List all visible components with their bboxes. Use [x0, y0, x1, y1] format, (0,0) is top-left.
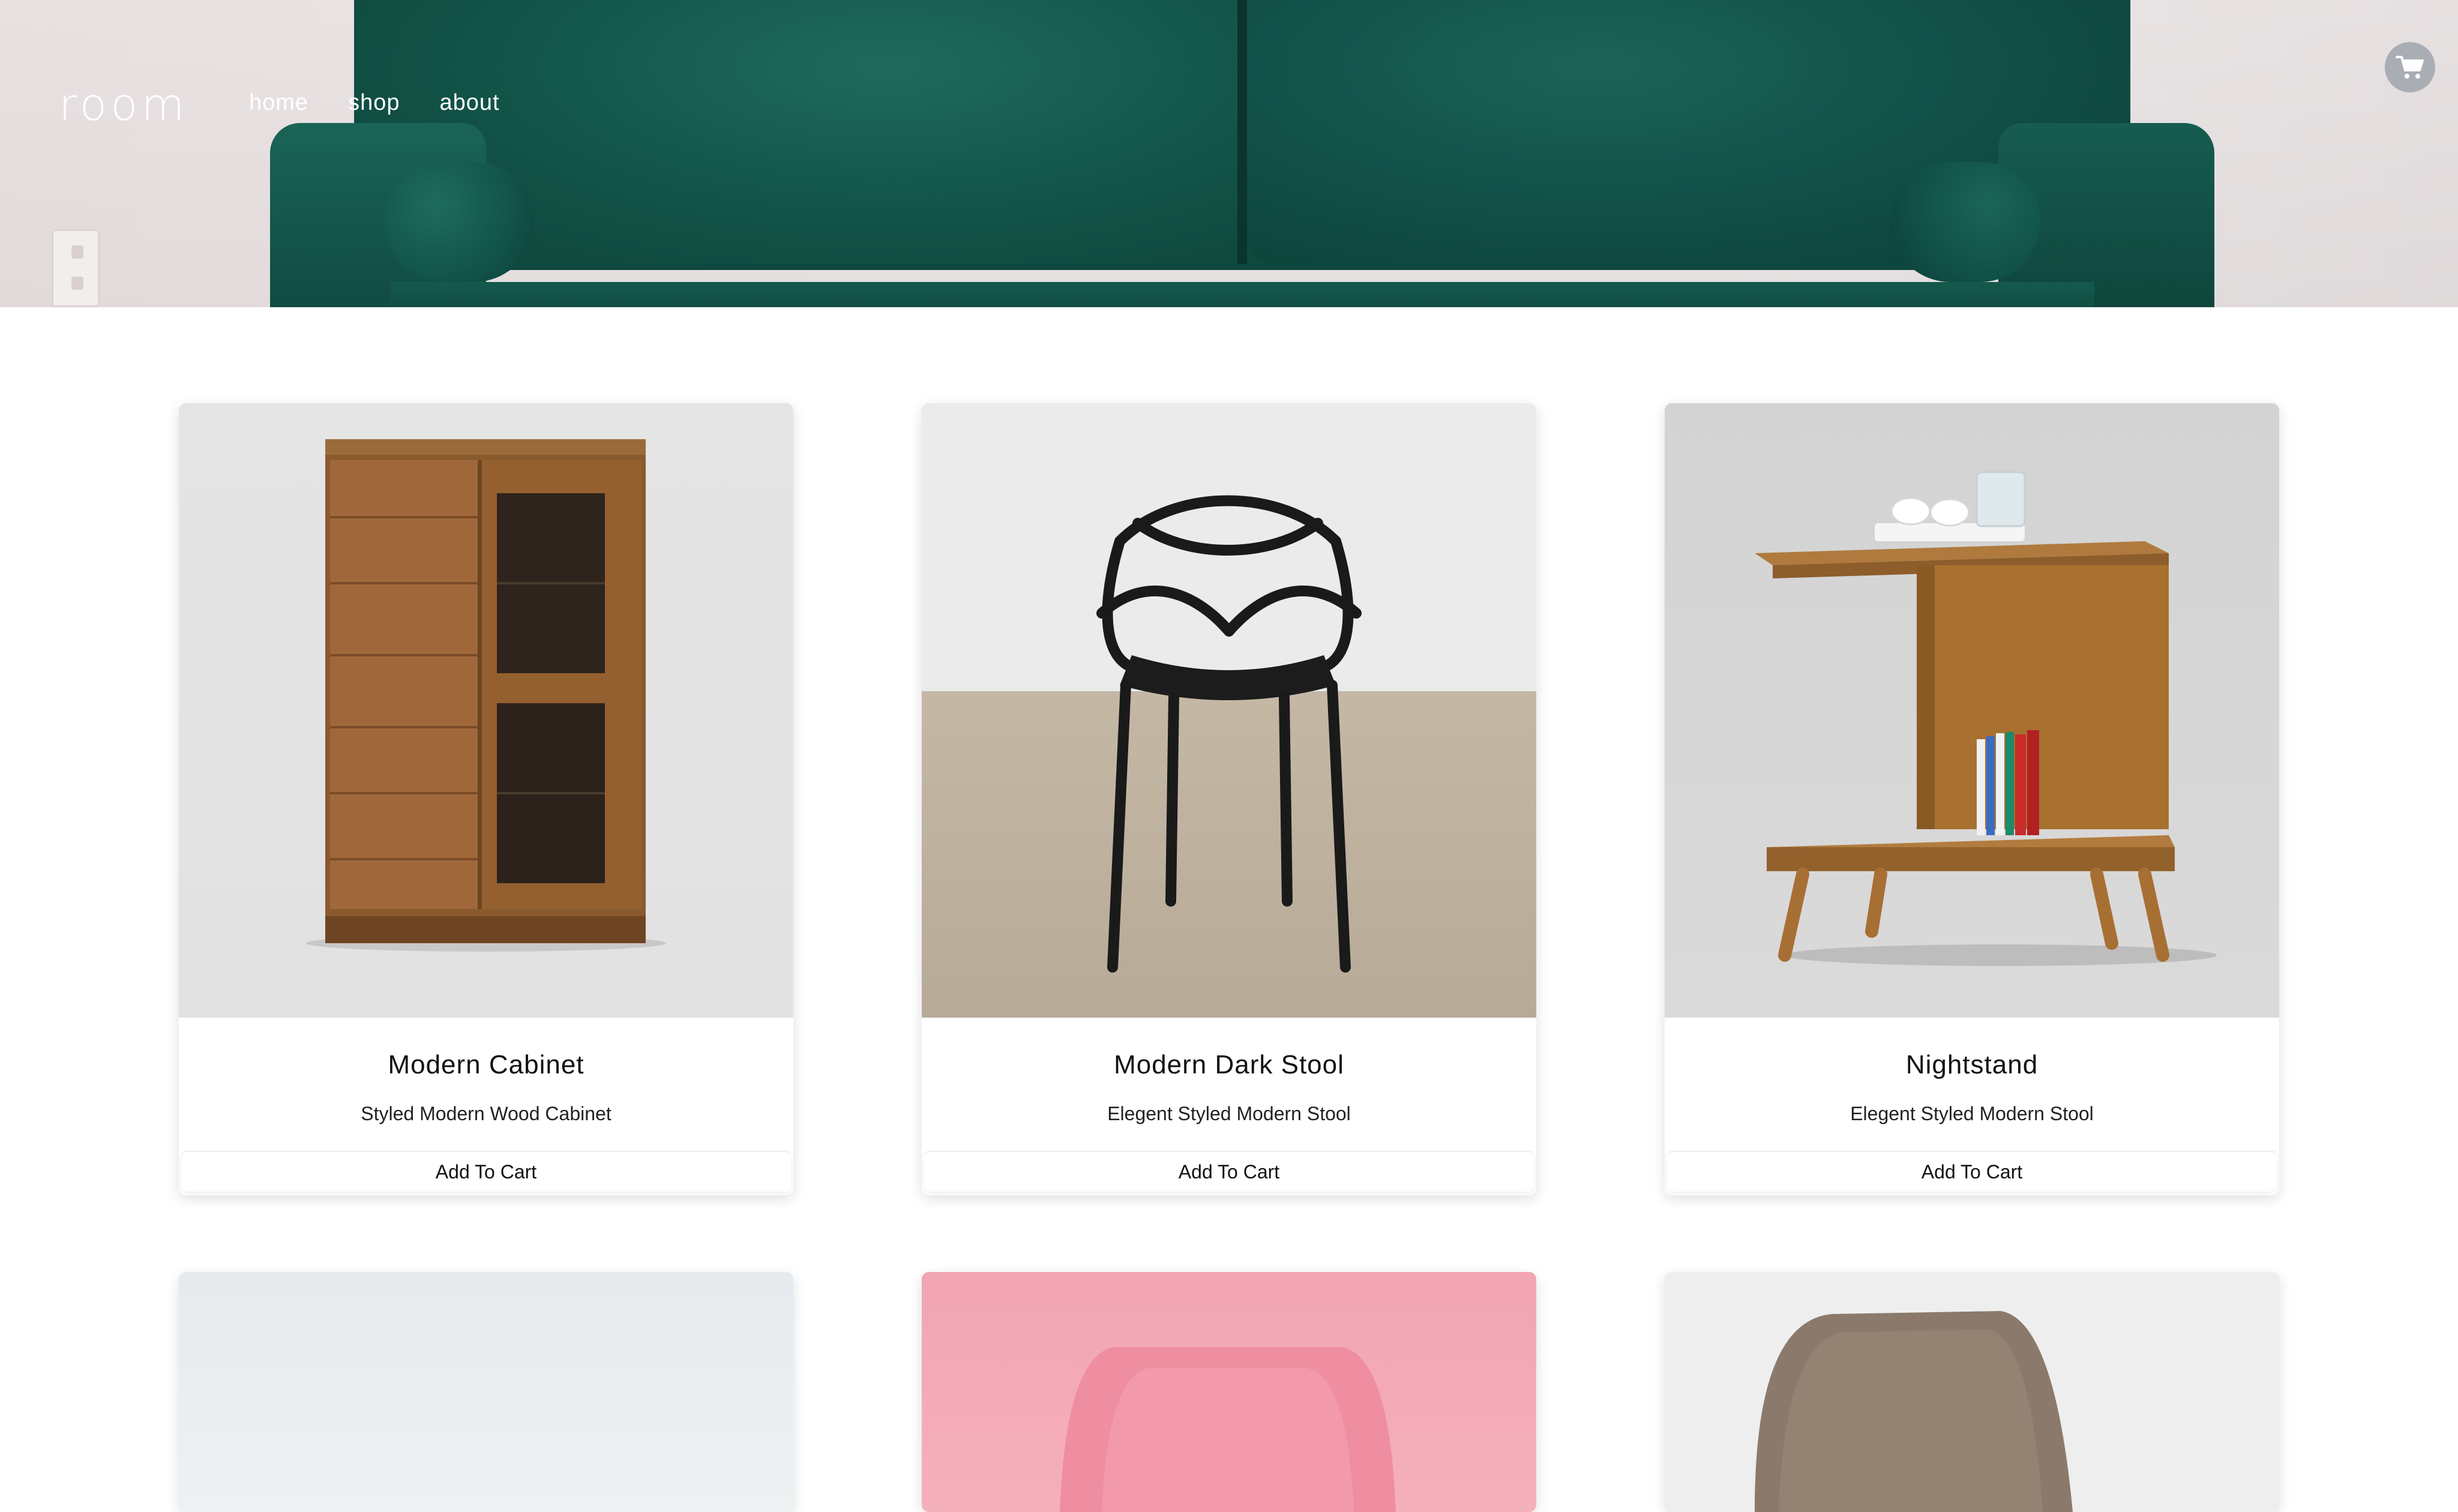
product-subtitle: Elegent Styled Modern Stool — [1107, 1103, 1351, 1124]
armchair-image — [1755, 1311, 2073, 1512]
product-subtitle: Styled Modern Wood Cabinet — [361, 1103, 611, 1124]
product-card: Modern Cabinet Styled Modern Wood Cabine… — [179, 403, 793, 1195]
product-title: Modern Cabinet — [388, 1050, 584, 1079]
wall-outlet-image — [52, 229, 100, 307]
pink-chair-image — [1060, 1347, 1396, 1512]
hero-banner — [0, 0, 2458, 307]
add-to-cart-button[interactable]: Add To Cart — [181, 1151, 791, 1192]
cabinet-image — [306, 439, 666, 952]
product-card — [179, 1272, 793, 1512]
nav-about-link[interactable]: about — [439, 90, 499, 116]
nav-home-link[interactable]: home — [249, 90, 308, 116]
product-image[interactable] — [179, 1272, 793, 1512]
cart-icon — [2396, 56, 2424, 79]
product-title: Modern Dark Stool — [1114, 1050, 1344, 1079]
product-card — [922, 1272, 1536, 1512]
product-card: Nightstand Elegent Styled Modern Stool A… — [1665, 403, 2279, 1195]
product-card — [1665, 1272, 2279, 1512]
hero-sofa-image — [270, 0, 2214, 307]
product-image[interactable] — [922, 1272, 1536, 1512]
product-card: Modern Dark Stool Elegent Styled Modern … — [922, 403, 1536, 1195]
add-to-cart-button[interactable]: Add To Cart — [924, 1151, 1534, 1192]
nightstand-image — [1755, 471, 2217, 966]
product-image[interactable] — [179, 403, 793, 1018]
product-subtitle: Elegent Styled Modern Stool — [1850, 1103, 2094, 1124]
main-nav: home shop about — [249, 90, 539, 116]
nav-shop-link[interactable]: shop — [348, 90, 400, 116]
cart-button[interactable] — [2385, 42, 2435, 92]
brand-logo[interactable]: room — [59, 79, 188, 131]
stool-image — [1096, 495, 1362, 973]
product-image[interactable] — [1665, 1272, 2279, 1512]
product-image[interactable] — [922, 403, 1536, 1018]
product-title: Nightstand — [1905, 1050, 2039, 1079]
add-to-cart-button[interactable]: Add To Cart — [1667, 1151, 2277, 1192]
product-image[interactable] — [1665, 403, 2279, 1018]
